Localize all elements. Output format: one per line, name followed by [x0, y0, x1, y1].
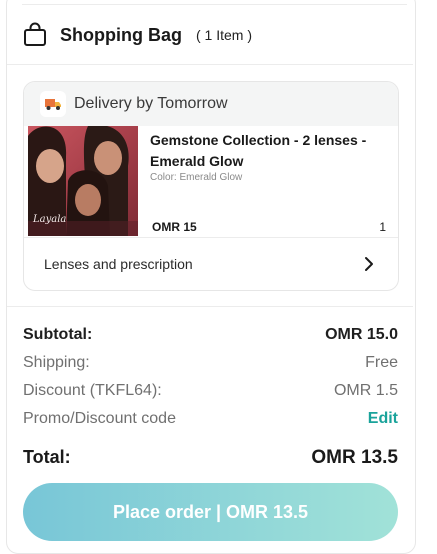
discount-value: OMR 1.5 [333, 382, 398, 399]
shipping-value: Free [365, 354, 398, 371]
chevron-right-icon [365, 257, 373, 271]
delivery-text: Delivery by Tomorrow [74, 95, 228, 112]
product-quantity: 1 [379, 220, 386, 234]
place-order-button[interactable]: Place order | OMR 13.5 [23, 483, 398, 541]
product-name[interactable]: Gemstone Collection - 2 lenses - Emerald… [150, 130, 386, 172]
product-row: Layala Gemstone Collection - 2 lenses - … [24, 126, 398, 238]
total-value: OMR 13.5 [311, 447, 398, 468]
shipping-row: Shipping: Free [23, 354, 398, 372]
delivery-banner: Delivery by Tomorrow [24, 82, 398, 126]
subtotal-row: Subtotal: OMR 15.0 [23, 326, 398, 344]
shopping-bag-icon [24, 22, 46, 46]
total-label: Total: [23, 447, 71, 467]
total-row: Total: OMR 13.5 [23, 447, 398, 469]
promo-row: Promo/Discount code Edit [23, 410, 398, 428]
shipping-label: Shipping: [23, 354, 90, 371]
lenses-prescription-row[interactable]: Lenses and prescription [24, 239, 398, 289]
top-divider [22, 4, 407, 5]
discount-row: Discount (TKFL64): OMR 1.5 [23, 382, 398, 400]
svg-text:Layala: Layala [32, 214, 66, 225]
bag-item-count: ( 1 Item ) [195, 27, 252, 43]
product-color: Color: Emerald Glow [150, 172, 243, 183]
promo-edit-link[interactable]: Edit [368, 410, 398, 428]
cart-item-card: Delivery by Tomorrow Layala Gemstone Col… [23, 81, 399, 291]
bag-header: Shopping Bag ( 1 Item ) [22, 20, 252, 50]
product-price: OMR 15 [152, 220, 197, 234]
subtotal-label: Subtotal: [23, 326, 93, 343]
summary-divider [7, 306, 413, 307]
subtotal-value: OMR 15.0 [325, 326, 398, 343]
delivery-truck-icon [40, 91, 66, 117]
product-image[interactable]: Layala [28, 126, 138, 236]
discount-label: Discount (TKFL64): [23, 382, 162, 399]
bag-title: Shopping Bag [60, 24, 182, 45]
lenses-prescription-label: Lenses and prescription [44, 256, 193, 272]
promo-label: Promo/Discount code [23, 410, 176, 427]
header-divider [7, 64, 413, 65]
